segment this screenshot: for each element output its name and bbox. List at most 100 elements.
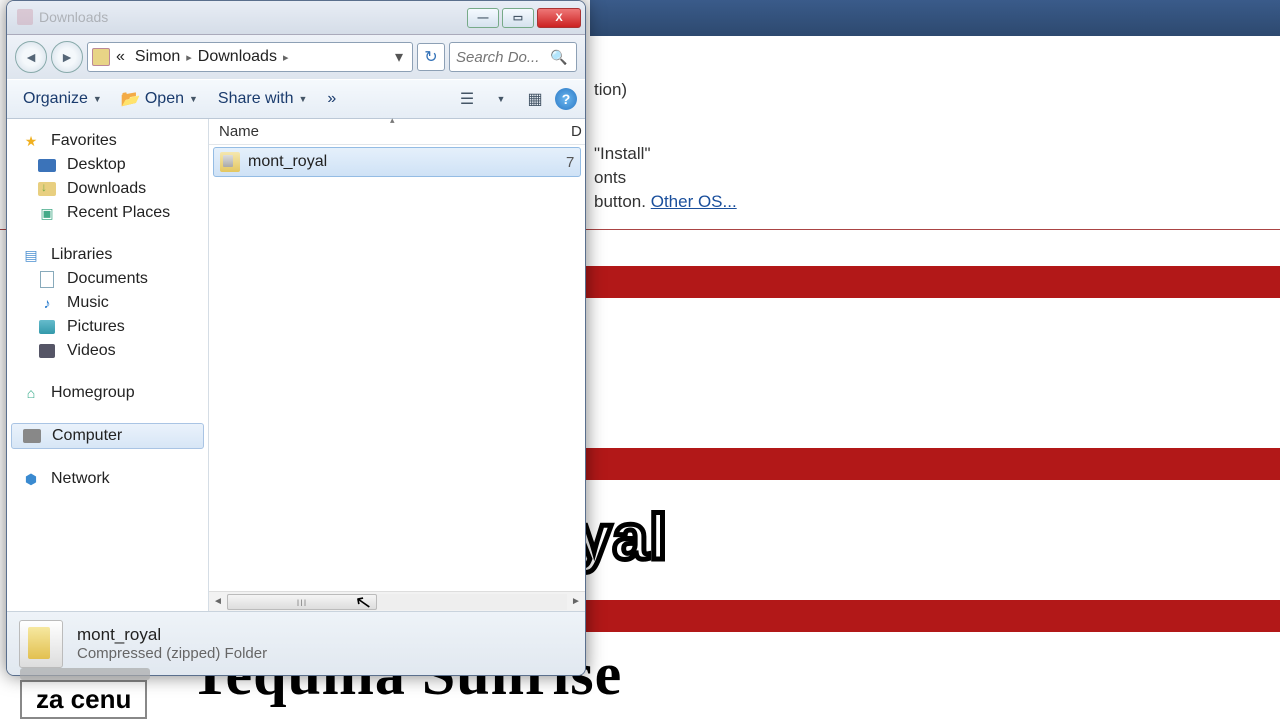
chevron-down-icon: ▼: [299, 94, 308, 104]
chevron-down-icon: ▼: [189, 94, 198, 104]
zip-icon: [19, 620, 63, 668]
bg-text: button. Other OS...: [594, 192, 1280, 212]
star-icon: ★: [21, 132, 41, 150]
more-button[interactable]: »: [319, 86, 344, 112]
column-name[interactable]: ▴ Name: [209, 123, 571, 140]
sidebar-label: Videos: [67, 342, 116, 360]
column-label: Name: [219, 123, 259, 140]
sidebar-desktop[interactable]: Desktop: [7, 153, 208, 177]
sidebar-documents[interactable]: Documents: [7, 267, 208, 291]
sidebar-label: Pictures: [67, 318, 125, 336]
chevron-down-icon: ▼: [93, 94, 102, 104]
sidebar-libraries[interactable]: ▤ Libraries: [7, 243, 208, 267]
background-page: tion) "Install" onts button. Other OS...…: [590, 0, 1280, 720]
column-date[interactable]: D: [571, 123, 585, 140]
sort-indicator-icon: ▴: [390, 115, 395, 126]
forward-button[interactable]: ►: [51, 41, 83, 73]
address-dropdown[interactable]: ▾: [390, 47, 408, 67]
sidebar-label: Recent Places: [67, 204, 170, 222]
documents-icon: [37, 270, 57, 288]
titlebar[interactable]: Downloads — ▭ X: [7, 1, 585, 35]
organize-label: Organize: [23, 90, 88, 108]
videos-icon: [37, 342, 57, 360]
downloads-icon: [37, 180, 57, 198]
sidebar-computer[interactable]: Computer: [11, 423, 204, 449]
red-bar: [584, 448, 1280, 480]
window-title: Downloads: [39, 9, 108, 25]
folder-icon: [92, 48, 110, 66]
address-bar[interactable]: « Simon ▸ Downloads ▸ ▾: [87, 42, 413, 72]
sidebar: ★ Favorites Desktop Downloads ▣ Recent Pla…: [7, 119, 209, 611]
file-row[interactable]: mont_royal 7: [213, 147, 581, 177]
bg-text: tion): [594, 80, 1280, 100]
shadow: [20, 668, 150, 680]
open-icon: 📂: [122, 90, 140, 108]
sidebar-network[interactable]: ⬢Network: [7, 467, 208, 491]
sidebar-favorites[interactable]: ★ Favorites: [7, 129, 208, 153]
details-type: Compressed (zipped) Folder: [77, 645, 267, 662]
sidebar-recent[interactable]: ▣ Recent Places: [7, 201, 208, 225]
zip-folder-icon: [220, 152, 240, 172]
libraries-icon: ▤: [21, 246, 41, 264]
view-dropdown[interactable]: ▼: [487, 86, 515, 112]
preview-pane-button[interactable]: ▦: [521, 86, 549, 112]
column-headers[interactable]: ▴ Name D: [209, 119, 585, 145]
sidebar-label: Music: [67, 294, 109, 312]
scroll-left-button[interactable]: ◄: [209, 593, 227, 611]
file-name: mont_royal: [248, 153, 566, 171]
refresh-button[interactable]: ↻: [417, 43, 445, 71]
organize-button[interactable]: Organize ▼: [15, 86, 110, 112]
search-box[interactable]: 🔍: [449, 42, 577, 72]
sidebar-pictures[interactable]: Pictures: [7, 315, 208, 339]
tag-box: za cenu: [20, 680, 147, 719]
computer-icon: [22, 427, 42, 445]
open-button[interactable]: 📂 Open ▼: [114, 86, 206, 112]
bg-text: onts: [594, 168, 1280, 188]
sidebar-downloads[interactable]: Downloads: [7, 177, 208, 201]
font-preview: yal: [576, 500, 1280, 574]
sidebar-videos[interactable]: Videos: [7, 339, 208, 363]
help-button[interactable]: ?: [555, 88, 577, 110]
bg-text-fragment: button.: [594, 192, 651, 211]
sidebar-homegroup[interactable]: ⌂ Homegroup: [7, 381, 208, 405]
toolbar: Organize ▼ 📂 Open ▼ Share with ▼ » ☰ ▼ ▦…: [7, 79, 585, 119]
chevron-right-icon[interactable]: ▸: [186, 51, 192, 64]
view-button[interactable]: ☰: [453, 86, 481, 112]
horizontal-scrollbar[interactable]: ◄ III ►: [209, 591, 585, 611]
close-button[interactable]: X: [537, 8, 581, 28]
sidebar-label: Homegroup: [51, 384, 135, 402]
address-prefix[interactable]: «: [112, 46, 129, 68]
open-label: Open: [145, 90, 184, 108]
file-date-fragment: 7: [566, 154, 580, 171]
bg-titlebar: [590, 0, 1280, 36]
sidebar-label: Documents: [67, 270, 148, 288]
sidebar-label: Downloads: [67, 180, 146, 198]
nav-row: ◄ ► « Simon ▸ Downloads ▸ ▾ ↻ 🔍: [7, 35, 585, 79]
pictures-icon: [37, 318, 57, 336]
minimize-button[interactable]: —: [467, 8, 499, 28]
homegroup-icon: ⌂: [21, 384, 41, 402]
back-button[interactable]: ◄: [15, 41, 47, 73]
music-icon: ♪: [37, 294, 57, 312]
details-pane: mont_royal Compressed (zipped) Folder: [7, 611, 585, 675]
share-button[interactable]: Share with ▼: [210, 86, 316, 112]
scroll-right-button[interactable]: ►: [567, 593, 585, 611]
sidebar-label: Libraries: [51, 246, 112, 264]
desktop-icon: [37, 156, 57, 174]
recent-icon: ▣: [37, 204, 57, 222]
sidebar-label: Favorites: [51, 132, 117, 150]
details-name: mont_royal: [77, 625, 267, 645]
sidebar-label: Network: [51, 470, 110, 488]
maximize-button[interactable]: ▭: [502, 8, 534, 28]
scroll-thumb[interactable]: III: [227, 594, 377, 610]
bg-text: "Install": [594, 144, 1280, 164]
address-segment[interactable]: Downloads: [194, 46, 281, 68]
search-input[interactable]: [456, 49, 550, 66]
search-icon[interactable]: 🔍: [550, 49, 567, 66]
other-os-link[interactable]: Other OS...: [651, 192, 737, 211]
sidebar-music[interactable]: ♪ Music: [7, 291, 208, 315]
red-bar: [584, 600, 1280, 632]
scroll-track[interactable]: III: [227, 594, 567, 610]
address-segment[interactable]: Simon: [131, 46, 184, 68]
chevron-right-icon[interactable]: ▸: [283, 51, 289, 64]
